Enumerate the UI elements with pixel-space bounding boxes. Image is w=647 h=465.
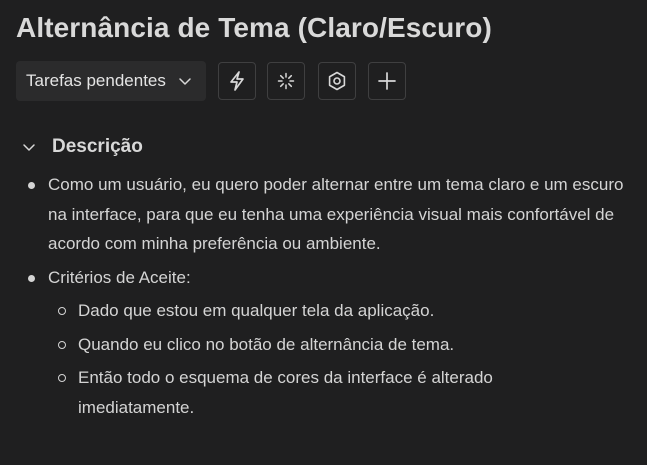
description-section-toggle[interactable]: Descrição — [22, 134, 143, 160]
list-item: Como um usuário, eu quero poder alternar… — [0, 170, 628, 259]
criteria-item: Então todo o esquema de cores da interfa… — [0, 363, 598, 422]
chevron-down-icon — [179, 78, 191, 85]
description-list: Como um usuário, eu quero poder alternar… — [0, 170, 647, 422]
automation-button[interactable] — [218, 62, 256, 100]
add-button[interactable] — [368, 62, 406, 100]
hexagon-settings-icon — [328, 71, 346, 91]
task-detail-page: Alternância de Tema (Claro/Escuro) Taref… — [0, 0, 647, 465]
chevron-down-icon — [23, 144, 35, 151]
criteria-item: Quando eu clico no botão de alternância … — [0, 330, 598, 360]
lightning-icon — [230, 71, 244, 91]
loading-button[interactable] — [267, 62, 305, 100]
criteria-item: Dado que estou em qualquer tela da aplic… — [0, 296, 598, 326]
status-dropdown-label: Tarefas pendentes — [26, 71, 166, 90]
settings-button[interactable] — [318, 62, 356, 100]
loading-spinner-icon — [277, 72, 295, 90]
plus-icon — [378, 72, 396, 90]
status-dropdown[interactable]: Tarefas pendentes — [16, 61, 206, 101]
page-title: Alternância de Tema (Claro/Escuro) — [16, 12, 492, 43]
description-heading: Descrição — [52, 136, 143, 157]
list-item: Critérios de Aceite: — [0, 263, 628, 293]
